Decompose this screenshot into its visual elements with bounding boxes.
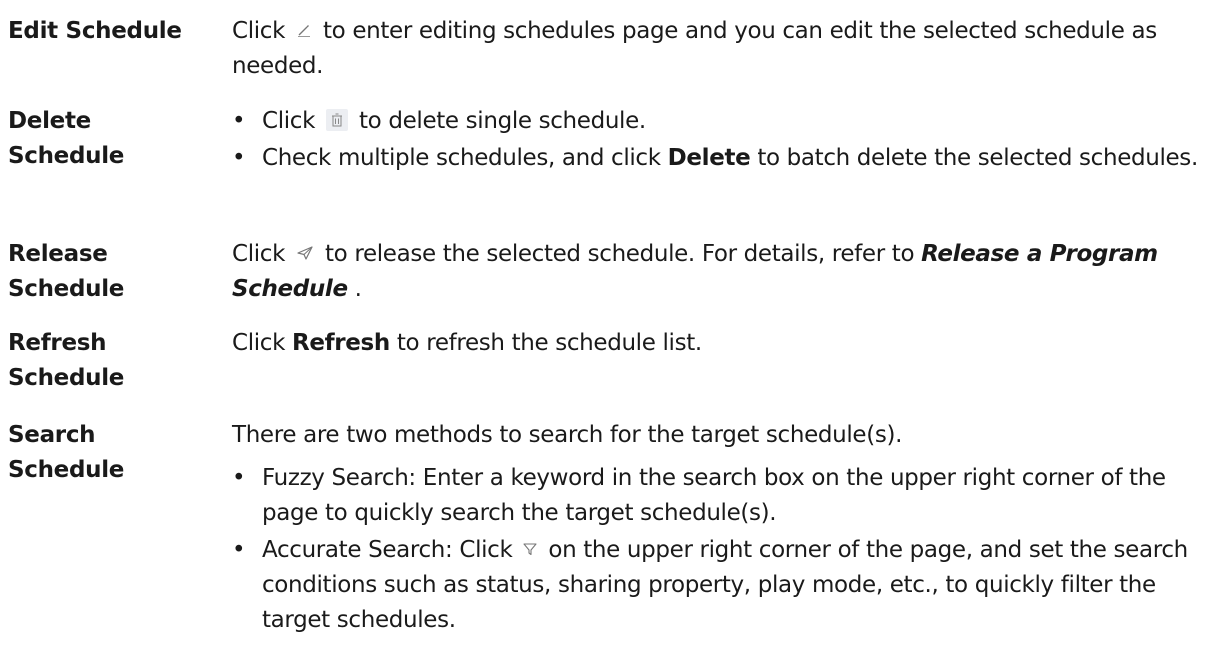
term-search-schedule: Search Schedule [8,418,213,488]
release-click-text: Click [232,241,286,267]
refresh-desc-text: to refresh the schedule list. [396,330,702,356]
term-refresh-line2: Schedule [8,365,125,391]
release-end-text: . [354,276,362,302]
filter-icon [523,542,537,556]
accurate-click-text: Accurate Search: Click [262,537,513,563]
term-search-line1: Search [8,422,96,448]
delete-batch-post: to batch delete the selected schedules. [757,145,1198,171]
refresh-button-ref: Refresh [292,330,390,356]
trash-icon [326,108,349,131]
search-bullet-accurate: Accurate Search: Click on the upper righ… [232,533,1217,638]
delete-button-ref: Delete [667,145,751,171]
term-release-line1: Release [8,241,108,267]
desc-delete-schedule: Click to delete single schedule. Check m… [232,104,1217,176]
delete-click-text: Click [262,108,316,134]
send-icon [296,245,314,261]
refresh-click-text: Click [232,330,286,356]
pencil-icon [296,22,312,38]
term-delete-line2: Schedule [8,143,125,169]
term-delete-schedule: Delete Schedule [8,104,213,174]
desc-search-schedule: There are two methods to search for the … [232,418,1217,638]
term-refresh-schedule: Refresh Schedule [8,326,213,396]
desc-release-schedule: Click to release the selected schedule. … [232,237,1217,307]
release-desc-text: to release the selected schedule. For de… [325,241,915,267]
desc-edit-schedule: Click to enter editing schedules page an… [232,14,1217,84]
delete-batch-pre: Check multiple schedules, and click [262,145,661,171]
search-intro: There are two methods to search for the … [232,422,903,448]
term-edit-schedule: Edit Schedule [8,18,182,44]
term-delete-line1: Delete [8,108,91,134]
delete-single-text: to delete single schedule. [359,108,646,134]
delete-bullet-single: Click to delete single schedule. [232,104,1217,139]
edit-desc-text: to enter editing schedules page and you … [232,18,1157,79]
edit-click-text: Click [232,18,286,44]
term-release-schedule: Release Schedule [8,237,213,307]
search-bullet-fuzzy: Fuzzy Search: Enter a keyword in the sea… [232,461,1217,531]
term-search-line2: Schedule [8,457,125,483]
term-release-line2: Schedule [8,276,125,302]
delete-bullet-batch: Check multiple schedules, and click Dele… [232,141,1217,176]
desc-refresh-schedule: Click Refresh to refresh the schedule li… [232,326,1217,361]
term-refresh-line1: Refresh [8,330,107,356]
